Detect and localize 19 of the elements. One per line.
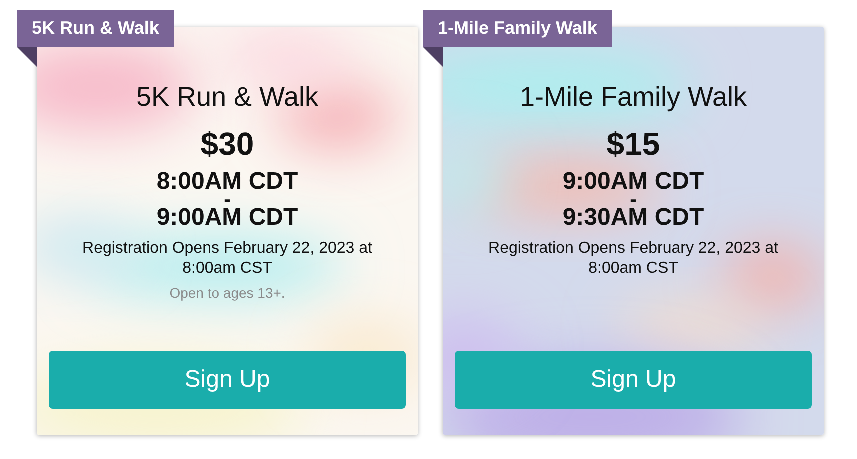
event-title: 1-Mile Family Walk <box>520 81 747 113</box>
sign-up-button[interactable]: Sign Up <box>455 351 812 409</box>
start-time: 8:00AM CDT <box>156 170 298 194</box>
end-time: 9:30AM CDT <box>562 206 704 230</box>
registration-text: Registration Opens February 22, 2023 at 8:00am CST <box>488 239 780 279</box>
sign-up-button[interactable]: Sign Up <box>49 351 406 409</box>
end-time: 9:00AM CDT <box>156 206 298 230</box>
time-separator: - <box>630 194 637 206</box>
age-note: Open to ages 13+. <box>170 285 286 301</box>
ribbon-fold-icon <box>17 47 37 67</box>
start-time: 9:00AM CDT <box>562 170 704 194</box>
time-separator: - <box>224 194 231 206</box>
event-price: $15 <box>606 125 660 163</box>
registration-text: Registration Opens February 22, 2023 at 8:00am CST <box>82 239 374 279</box>
ribbon-fold-icon <box>423 47 443 67</box>
event-tag: 5K Run & Walk <box>17 10 174 47</box>
event-tag: 1-Mile Family Walk <box>423 10 612 47</box>
event-title: 5K Run & Walk <box>136 81 319 113</box>
event-price: $30 <box>200 125 254 163</box>
